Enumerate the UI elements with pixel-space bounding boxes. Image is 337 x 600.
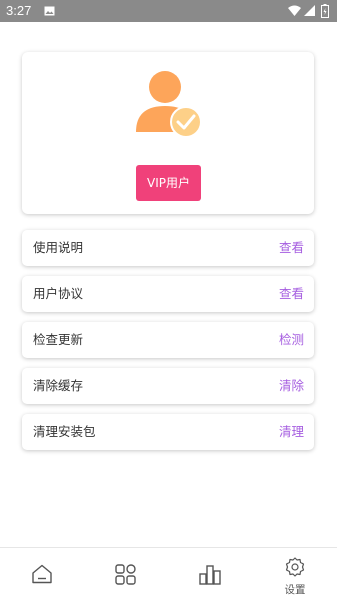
signal-icon [304,5,315,16]
menu-item-label: 清除缓存 [33,378,84,393]
image-icon [44,6,55,16]
bottom-nav: 设置 [0,547,337,600]
clear-cache-link[interactable]: 清除 [279,368,304,404]
nav-home[interactable] [17,548,67,600]
vip-user-button[interactable]: VIP用户 [136,165,201,201]
nav-settings[interactable]: 设置 [270,548,320,600]
status-time: 3:27 [6,3,32,18]
menu-item-label: 使用说明 [33,240,84,255]
menu-item-clean-packages[interactable]: 清理安装包 清理 [22,414,314,450]
status-bar: 3:27 [0,0,337,22]
user-verified-icon [136,71,202,138]
menu-item-label: 检查更新 [33,332,84,347]
apps-icon [115,564,136,585]
home-icon [32,564,52,584]
wifi-icon [288,5,301,16]
settings-icon [285,557,305,577]
menu-item-label: 清理安装包 [33,424,96,439]
view-agreement-link[interactable]: 查看 [279,276,304,312]
check-update-link[interactable]: 检测 [279,322,304,358]
nav-settings-label: 设置 [284,584,306,596]
menu-item-clear-cache[interactable]: 清除缓存 清除 [22,368,314,404]
menu-item-label: 用户协议 [33,286,84,301]
menu-item-user-agreement[interactable]: 用户协议 查看 [22,276,314,312]
nav-stats[interactable] [185,548,235,600]
menu-item-instructions[interactable]: 使用说明 查看 [22,230,314,266]
clean-packages-link[interactable]: 清理 [279,414,304,450]
stats-icon [199,565,221,585]
nav-apps[interactable] [101,548,151,600]
view-instructions-link[interactable]: 查看 [279,230,304,266]
menu-item-check-update[interactable]: 检查更新 检测 [22,322,314,358]
battery-icon [321,4,329,18]
